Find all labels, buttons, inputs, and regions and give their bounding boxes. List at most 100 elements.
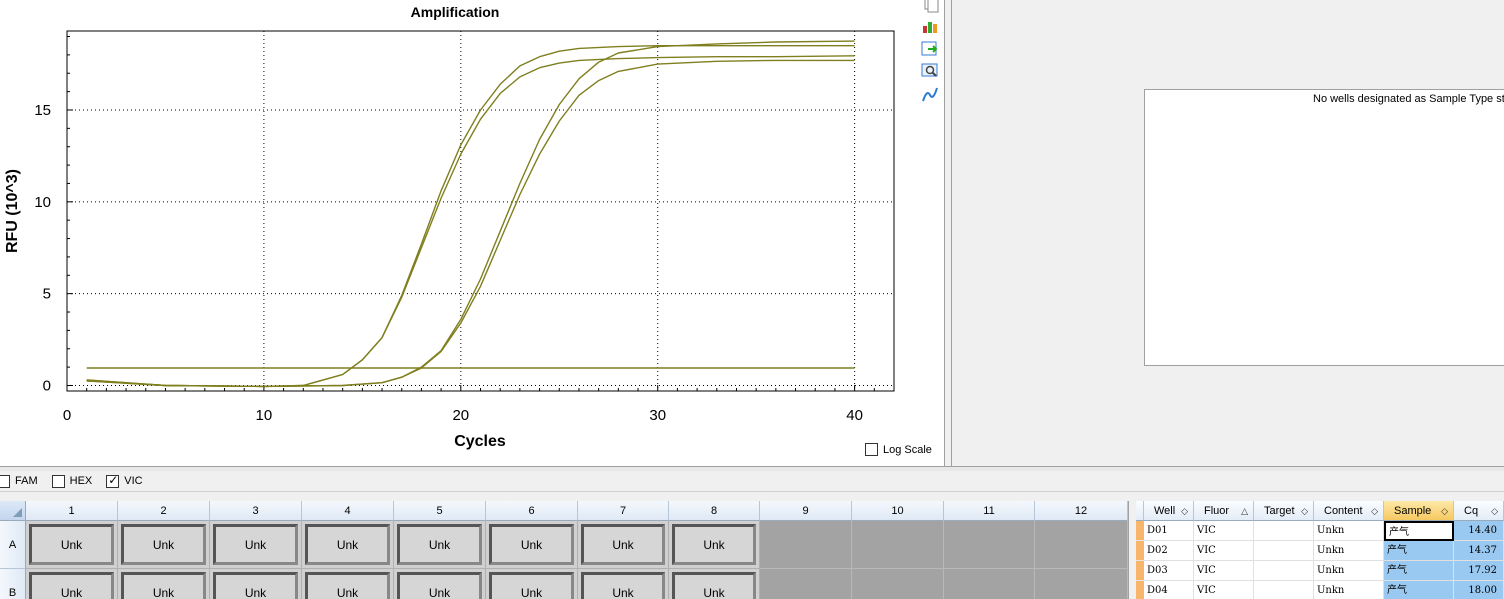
well-content-label: Unk — [489, 572, 574, 599]
plate-well[interactable]: Unk — [578, 521, 669, 569]
well-content-label: Unk — [121, 524, 206, 565]
hex-label: HEX — [69, 475, 93, 487]
plate-well[interactable] — [852, 521, 944, 569]
y-axis-label: RFU (10^3) — [4, 169, 21, 253]
plate-select-all[interactable] — [0, 501, 26, 521]
sort-indicator-icon[interactable]: ◇ — [1371, 501, 1378, 521]
fluor-option-fam[interactable]: FAM — [0, 474, 38, 488]
table-corner — [1136, 501, 1144, 521]
plate-column-header[interactable]: 6 — [486, 501, 578, 521]
x-tick-label: 0 — [63, 407, 71, 424]
plate-column-header[interactable]: 12 — [1035, 501, 1128, 521]
plate-row-header[interactable]: A — [0, 521, 26, 569]
plate-well[interactable]: Unk — [394, 569, 486, 599]
fluor-option-hex[interactable]: HEX — [51, 474, 93, 488]
plate-well[interactable]: Unk — [394, 521, 486, 569]
table-cell-fluor: VIC — [1194, 521, 1254, 541]
plate-well[interactable]: Unk — [118, 521, 210, 569]
plate-well[interactable]: Unk — [669, 569, 760, 599]
no-standards-message: No wells designated as Sample Type sta — [1313, 93, 1504, 105]
plate-row-header[interactable]: B — [0, 569, 26, 599]
plate-column-header[interactable]: 3 — [210, 501, 302, 521]
plate-well[interactable]: Unk — [669, 521, 760, 569]
sort-indicator-icon[interactable]: △ — [1241, 501, 1248, 521]
chart-title: Amplification — [411, 4, 500, 20]
export-icon[interactable] — [920, 38, 940, 58]
plate-column-header[interactable]: 7 — [578, 501, 669, 521]
table-cell-target — [1254, 581, 1314, 599]
vic-label: VIC — [124, 475, 143, 487]
row-selector[interactable] — [1136, 561, 1144, 581]
table-cell-target — [1254, 521, 1314, 541]
fluor-option-vic[interactable]: VIC — [106, 473, 143, 488]
plate-column-header[interactable]: 5 — [394, 501, 486, 521]
table-cell-sample[interactable]: 产气 — [1384, 581, 1454, 599]
plate-well[interactable]: Unk — [486, 521, 578, 569]
plate-well[interactable]: Unk — [210, 521, 302, 569]
sort-indicator-icon[interactable]: ◇ — [1491, 501, 1498, 521]
amplification-chart-pane: 0 10 20 30 40 0 5 10 15 Amplification Cycles RFU (1… — [0, 0, 944, 466]
plate-well[interactable]: Unk — [302, 569, 394, 599]
table-cell-sample[interactable]: 产气 — [1384, 561, 1454, 581]
plate-column-header[interactable]: 10 — [852, 501, 944, 521]
fam-checkbox[interactable] — [0, 474, 10, 488]
plate-column-header[interactable]: 8 — [669, 501, 760, 521]
table-cell-well: D02 — [1144, 541, 1194, 561]
table-cell-content: Unkn — [1314, 561, 1384, 581]
row-selector[interactable] — [1136, 541, 1144, 561]
table-cell-sample[interactable]: 产气 — [1384, 541, 1454, 561]
column-header-fluor[interactable]: Fluor △ — [1194, 501, 1254, 521]
well-content-label: Unk — [672, 572, 756, 599]
plate-well[interactable] — [760, 569, 852, 599]
copy-icon[interactable] — [920, 0, 940, 14]
plate-well[interactable]: Unk — [302, 521, 394, 569]
plate-well[interactable] — [944, 521, 1035, 569]
sort-indicator-icon[interactable]: ◇ — [1181, 501, 1188, 521]
zoom-icon[interactable] — [920, 61, 940, 81]
log-scale-label: Log Scale — [883, 443, 932, 456]
sort-indicator-icon[interactable]: ◇ — [1301, 501, 1308, 521]
row-selector[interactable] — [1136, 521, 1144, 541]
plate-column-header[interactable]: 9 — [760, 501, 852, 521]
log-scale-toggle[interactable]: Log Scale — [865, 443, 932, 456]
curve-icon[interactable] — [920, 85, 940, 105]
plate-well[interactable]: Unk — [118, 569, 210, 599]
plate-well[interactable] — [944, 569, 1035, 599]
plate-well[interactable] — [760, 521, 852, 569]
column-header-label: Well — [1154, 505, 1176, 517]
column-header-sample[interactable]: Sample ◇ — [1384, 501, 1454, 521]
column-header-well[interactable]: Well ◇ — [1144, 501, 1194, 521]
column-header-content[interactable]: Content ◇ — [1314, 501, 1384, 521]
log-scale-checkbox[interactable] — [865, 443, 878, 456]
column-header-cq[interactable]: Cq ◇ — [1454, 501, 1504, 521]
column-header-target[interactable]: Target ◇ — [1254, 501, 1314, 521]
plate-well[interactable]: Unk — [486, 569, 578, 599]
plate-well[interactable]: Unk — [210, 569, 302, 599]
fluorophore-selector-bar: FAM HEX VIC — [0, 471, 1504, 491]
chart-settings-icon[interactable] — [920, 16, 940, 36]
well-content-label: Unk — [121, 572, 206, 599]
table-cell-sample[interactable]: 产气 — [1384, 521, 1454, 541]
vic-checkbox[interactable] — [106, 473, 120, 488]
plate-column-header[interactable]: 11 — [944, 501, 1035, 521]
plate-column-header[interactable]: 1 — [26, 501, 118, 521]
sort-indicator-icon[interactable]: ◇ — [1441, 501, 1448, 521]
plate-column-header[interactable]: 2 — [118, 501, 210, 521]
chart-toolbar — [918, 0, 942, 110]
row-selector[interactable] — [1136, 581, 1144, 599]
y-tick-label: 5 — [43, 286, 51, 303]
plate-table-splitter[interactable] — [1128, 501, 1136, 599]
plate-well[interactable] — [1035, 569, 1128, 599]
plate-well[interactable] — [1035, 521, 1128, 569]
plate-well[interactable]: Unk — [26, 521, 118, 569]
plate-well[interactable]: Unk — [26, 569, 118, 599]
standard-curve-pane: No wells designated as Sample Type sta — [952, 0, 1504, 466]
table-cell-cq: 14.40 — [1454, 521, 1504, 541]
hex-checkbox[interactable] — [51, 474, 65, 488]
vertical-splitter[interactable] — [944, 0, 952, 466]
plate-well[interactable]: Unk — [578, 569, 669, 599]
plate-column-header[interactable]: 4 — [302, 501, 394, 521]
plate-well[interactable] — [852, 569, 944, 599]
column-header-label: Cq — [1464, 505, 1479, 517]
fam-label: FAM — [15, 475, 38, 487]
